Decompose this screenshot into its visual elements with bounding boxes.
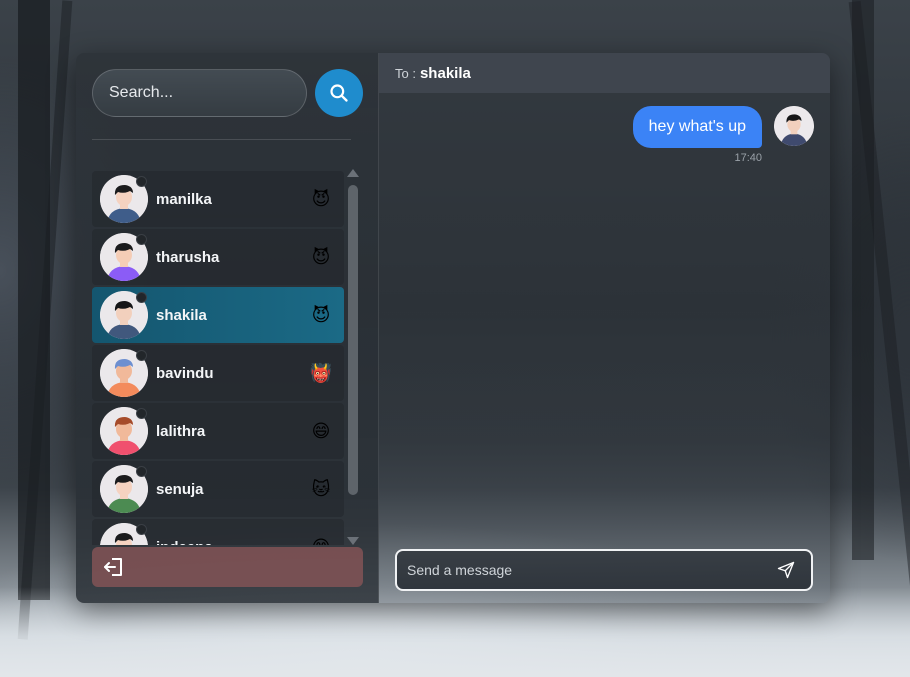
contact-item[interactable]: senuja 🐱 [92, 461, 344, 517]
mood-emoji: 😈 [311, 188, 331, 209]
message: hey what's up [632, 106, 814, 148]
contact-item[interactable]: tharusha 😈 [92, 229, 344, 285]
status-dot [136, 350, 147, 361]
chat-app-window: manilka 😈 tharusha 😈 shakila [76, 53, 830, 603]
contact-name: tharusha [156, 248, 220, 266]
search-icon [330, 84, 348, 102]
mood-emoji: 😈 [311, 246, 331, 267]
contact-item[interactable]: shakila 😈 [92, 287, 344, 343]
contact-item[interactable]: bavindu 👹 [92, 345, 344, 401]
scroll-up-arrow[interactable] [347, 169, 359, 177]
scroll-down-arrow[interactable] [347, 537, 359, 545]
chat-panel: To : shakila hey what's up 17:40 [379, 53, 830, 603]
send-button[interactable] [769, 553, 803, 587]
contact-name: bavindu [156, 364, 214, 382]
divider [92, 139, 351, 140]
contact-list: manilka 😈 tharusha 😈 shakila 😈 bavindu 👹… [92, 171, 344, 545]
message-timestamp: 17:40 [734, 152, 762, 164]
mood-emoji: 😄 [311, 420, 331, 441]
chat-header: To : shakila [379, 53, 830, 93]
mood-emoji: 😄 [310, 536, 332, 546]
logout-icon [104, 558, 122, 576]
status-dot [136, 408, 147, 419]
message-input[interactable] [397, 551, 769, 589]
status-dot [136, 524, 147, 535]
message-bubble: hey what's up [632, 106, 762, 148]
chat-recipient-label: To : [395, 65, 416, 81]
contact-name: lalithra [156, 422, 206, 440]
avatar [774, 106, 814, 146]
mood-emoji: 👹 [309, 362, 333, 383]
status-dot [136, 292, 147, 303]
contact-name: senuja [156, 480, 204, 498]
contact-item[interactable]: lalithra 😄 [92, 403, 344, 459]
mood-emoji: 😈 [311, 304, 331, 325]
status-dot [136, 466, 147, 477]
mood-emoji: 🐱 [311, 478, 331, 499]
search-button[interactable] [315, 69, 363, 117]
chat-recipient-name: shakila [419, 64, 471, 82]
send-icon [777, 561, 795, 579]
search-bar [92, 69, 363, 117]
sidebar: manilka 😈 tharusha 😈 shakila [76, 53, 379, 603]
contact-item[interactable]: manilka 😈 [92, 171, 344, 227]
contact-name: manilka [156, 190, 212, 208]
contact-list-scrollbar[interactable] [346, 169, 360, 545]
contact-item[interactable]: indeepa 😄 [92, 519, 344, 545]
search-input[interactable] [92, 69, 307, 117]
contact-name: shakila [156, 306, 207, 324]
status-dot [136, 234, 147, 245]
status-dot [136, 176, 147, 187]
logout-button[interactable] [92, 547, 363, 587]
scroll-thumb[interactable] [348, 185, 358, 495]
contact-name: indeepa [156, 539, 310, 546]
message-composer [395, 549, 813, 591]
